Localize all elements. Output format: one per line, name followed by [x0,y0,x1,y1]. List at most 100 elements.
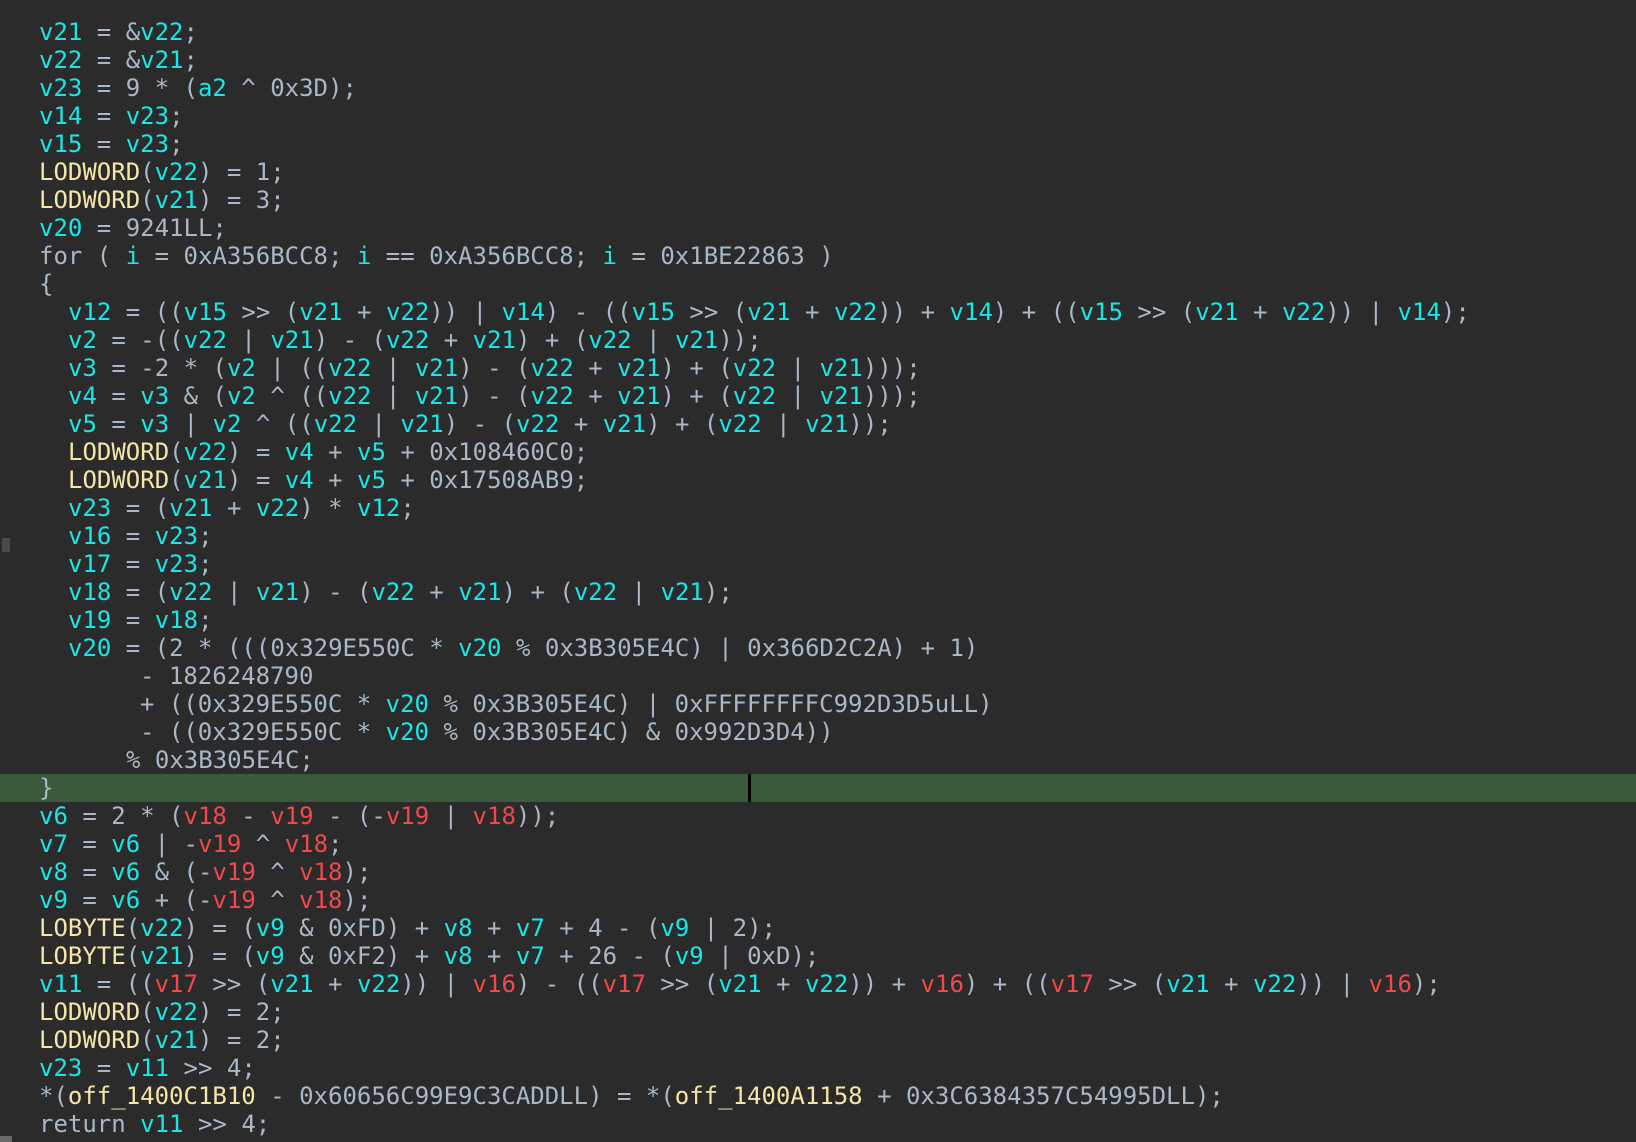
variable-token[interactable]: v22 [357,970,400,998]
variable-token-highlighted[interactable]: v16 [473,970,516,998]
variable-token[interactable]: v3 [140,410,169,438]
function-token[interactable]: LODWORD [39,186,140,214]
function-token[interactable]: LOBYTE [39,914,126,942]
code-line[interactable]: v4 = v3 & (v2 ^ ((v22 | v21) - (v22 + v2… [0,382,1636,410]
variable-token[interactable]: v20 [458,634,501,662]
code-line[interactable]: v14 = v23; [0,102,1636,130]
variable-token-highlighted[interactable]: v17 [603,970,646,998]
variable-token[interactable]: v12 [68,298,111,326]
variable-token[interactable]: v21 [415,382,458,410]
function-token[interactable]: LODWORD [39,1026,140,1054]
code-line[interactable]: + ((0x329E550C * v20 % 0x3B305E4C) | 0xF… [0,690,1636,718]
variable-token[interactable]: v14 [1398,298,1441,326]
variable-token[interactable]: v23 [68,494,111,522]
variable-token[interactable]: v21 [617,354,660,382]
variable-token[interactable]: v14 [39,102,82,130]
variable-token[interactable]: v22 [140,914,183,942]
variable-token[interactable]: v3 [140,382,169,410]
variable-token[interactable]: v22 [256,494,299,522]
code-line[interactable]: LODWORD(v21) = v4 + v5 + 0x17508AB9; [0,466,1636,494]
variable-token[interactable]: v6 [39,802,68,830]
variable-token[interactable]: v22 [1282,298,1325,326]
variable-token[interactable]: v11 [126,1054,169,1082]
variable-token[interactable]: v23 [126,130,169,158]
variable-token[interactable]: v21 [140,942,183,970]
variable-token[interactable]: v14 [502,298,545,326]
variable-token[interactable]: v22 [733,354,776,382]
variable-token[interactable]: v4 [68,382,97,410]
variable-token[interactable]: a2 [198,74,227,102]
pseudocode-view[interactable]: v21 = &v22; v22 = &v21; v23 = 9 * (a2 ^ 0x… [0,18,1636,1138]
code-line[interactable]: v6 = 2 * (v18 - v19 - (-v19 | v18)); [0,802,1636,830]
variable-token[interactable]: v22 [386,298,429,326]
variable-token[interactable]: v7 [516,914,545,942]
variable-token[interactable]: i [603,242,617,270]
variable-token-highlighted[interactable]: v19 [270,802,313,830]
variable-token[interactable]: v23 [39,1054,82,1082]
variable-token[interactable]: v18 [155,606,198,634]
code-line[interactable]: v18 = (v22 | v21) - (v22 + v21) + (v22 |… [0,578,1636,606]
variable-token[interactable]: v22 [733,382,776,410]
variable-token[interactable]: v21 [415,354,458,382]
variable-token[interactable]: v8 [444,942,473,970]
variable-token[interactable]: v22 [169,578,212,606]
variable-token[interactable]: v22 [530,354,573,382]
variable-token[interactable]: v20 [68,634,111,662]
variable-token[interactable]: v22 [328,354,371,382]
function-token[interactable]: LODWORD [68,438,169,466]
variable-token[interactable]: v15 [39,130,82,158]
variable-token[interactable]: v19 [68,606,111,634]
function-token[interactable]: LODWORD [39,158,140,186]
variable-token[interactable]: v5 [357,438,386,466]
variable-token[interactable]: v4 [285,438,314,466]
code-line[interactable]: v5 = v3 | v2 ^ ((v22 | v21) - (v22 + v21… [0,410,1636,438]
code-line[interactable]: % 0x3B305E4C; [0,746,1636,774]
variable-token[interactable]: v21 [270,326,313,354]
code-line[interactable]: LODWORD(v22) = v4 + v5 + 0x108460C0; [0,438,1636,466]
variable-token[interactable]: v5 [68,410,97,438]
variable-token[interactable]: v21 [661,578,704,606]
variable-token[interactable]: v2 [227,354,256,382]
variable-token-highlighted[interactable]: v18 [285,830,328,858]
variable-token[interactable]: v22 [155,998,198,1026]
variable-token[interactable]: v7 [39,830,68,858]
code-line[interactable]: for ( i = 0xA356BCC8; i == 0xA356BCC8; i… [0,242,1636,270]
variable-token[interactable]: v21 [1195,298,1238,326]
code-line[interactable]: v9 = v6 + (-v19 ^ v18); [0,886,1636,914]
code-line[interactable]: LOBYTE(v22) = (v9 & 0xFD) + v8 + v7 + 4 … [0,914,1636,942]
variable-token-highlighted[interactable]: v19 [212,886,255,914]
variable-token-highlighted[interactable]: v17 [155,970,198,998]
variable-token[interactable]: v21 [256,578,299,606]
variable-token[interactable]: v21 [400,410,443,438]
variable-token[interactable]: v23 [155,550,198,578]
variable-token[interactable]: v8 [39,858,68,886]
variable-token[interactable]: v21 [299,298,342,326]
code-line[interactable]: v7 = v6 | -v19 ^ v18; [0,830,1636,858]
code-line[interactable]: v21 = &v22; [0,18,1636,46]
variable-token[interactable]: v9 [39,886,68,914]
variable-token-highlighted[interactable]: v17 [1051,970,1094,998]
variable-token[interactable]: v2 [227,382,256,410]
code-line[interactable]: - 1826248790 [0,662,1636,690]
code-line[interactable]: v17 = v23; [0,550,1636,578]
code-line[interactable]: v16 = v23; [0,522,1636,550]
variable-token[interactable]: v6 [111,886,140,914]
variable-token[interactable]: v20 [39,214,82,242]
code-line[interactable]: v2 = -((v22 | v21) - (v22 + v21) + (v22 … [0,326,1636,354]
variable-token[interactable]: v22 [314,410,357,438]
code-line[interactable]: v20 = (2 * (((0x329E550C * v20 % 0x3B305… [0,634,1636,662]
variable-token-highlighted[interactable]: v18 [473,802,516,830]
variable-token[interactable]: v11 [39,970,82,998]
code-line[interactable]: v19 = v18; [0,606,1636,634]
variable-token[interactable]: v23 [126,102,169,130]
variable-token[interactable]: v21 [805,410,848,438]
variable-token[interactable]: v8 [444,914,473,942]
variable-token[interactable]: v21 [747,298,790,326]
code-line[interactable]: v3 = -2 * (v2 | ((v22 | v21) - (v22 + v2… [0,354,1636,382]
variable-token[interactable]: v21 [458,578,501,606]
variable-token-highlighted[interactable]: v18 [299,886,342,914]
variable-token-highlighted[interactable]: v16 [921,970,964,998]
variable-token[interactable]: v22 [386,326,429,354]
function-token[interactable]: off_1400C1B10 [68,1082,256,1110]
function-token[interactable]: LODWORD [68,466,169,494]
